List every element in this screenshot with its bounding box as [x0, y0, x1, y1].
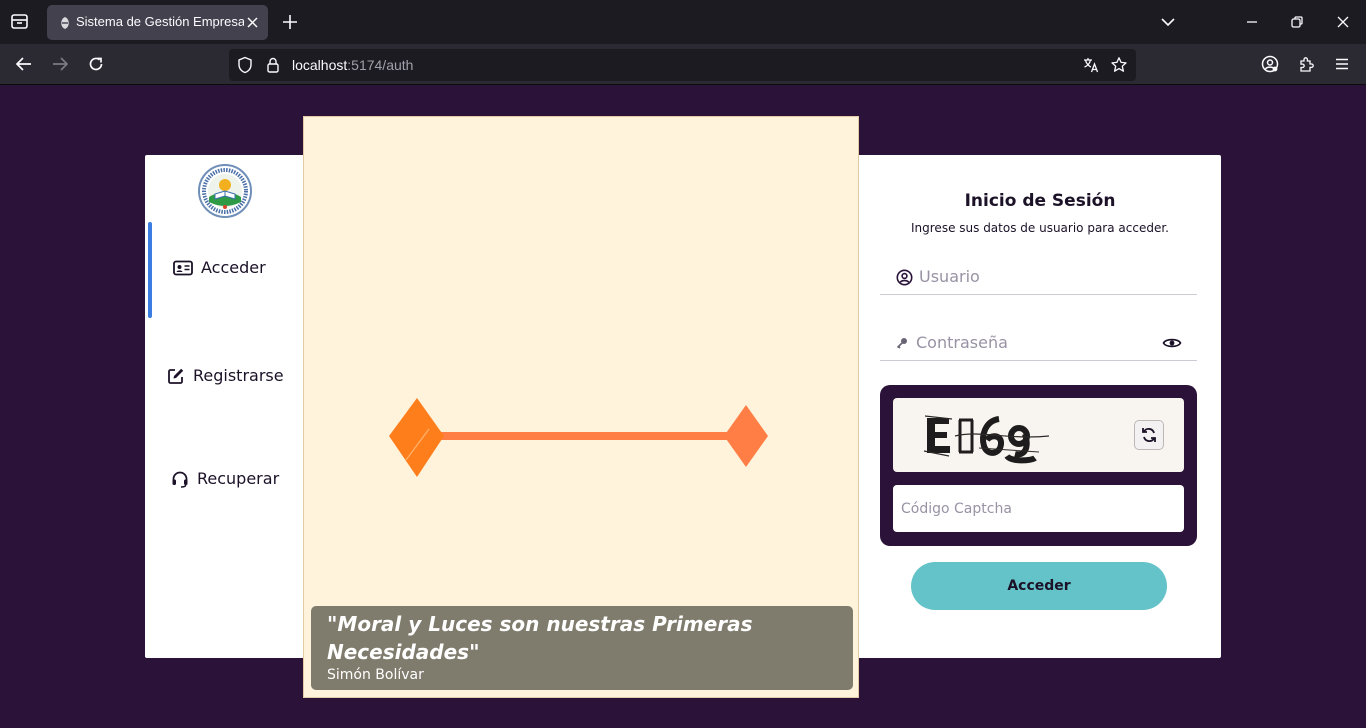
shield-icon[interactable] [236, 56, 254, 74]
quote-text: "Moral y Luces son nuestras Primeras Nec… [327, 612, 753, 664]
url-host: localhost [292, 57, 348, 73]
sidebar-item-recuperar[interactable]: Recuperar [145, 469, 303, 488]
login-panel: Inicio de Sesión Ingrese sus datos de us… [859, 155, 1221, 658]
url-text[interactable]: localhost:5174/auth [292, 57, 413, 73]
new-tab-icon[interactable] [281, 13, 299, 31]
username-input[interactable] [919, 261, 1159, 291]
sidebar-item-registrarse[interactable]: Registrarse [145, 366, 303, 385]
sidebar-item-label: Recuperar [197, 469, 280, 488]
extensions-icon[interactable] [1295, 53, 1317, 75]
browser-nav-bar: localhost:5174/auth [0, 44, 1366, 85]
refresh-captcha-button[interactable] [1134, 420, 1164, 450]
institution-logo [197, 163, 253, 219]
sidebar-item-label: Registrarse [193, 366, 284, 385]
sidebar-item-acceder[interactable]: Acceder [145, 258, 303, 277]
id-card-icon [173, 260, 193, 275]
edit-icon [168, 368, 184, 384]
quote-author: Simón Bolívar [327, 667, 424, 683]
close-tab-icon[interactable] [245, 15, 260, 30]
show-password-eye-icon[interactable] [1161, 333, 1183, 353]
login-submit-button[interactable]: Acceder [911, 562, 1167, 610]
url-path: :5174/auth [347, 57, 414, 73]
password-input[interactable] [916, 327, 1156, 357]
quote-caption: "Moral y Luces son nuestras Primeras Nec… [311, 606, 853, 690]
list-all-tabs-icon[interactable] [1156, 10, 1180, 34]
back-icon[interactable] [13, 53, 35, 75]
tab-list-icon[interactable] [9, 12, 31, 32]
reload-icon[interactable] [85, 53, 107, 75]
restore-icon[interactable] [1285, 10, 1309, 34]
headset-icon [172, 471, 188, 488]
sidebar-item-label: Acceder [201, 258, 266, 277]
menu-icon[interactable] [1331, 53, 1353, 75]
forward-icon[interactable] [49, 53, 71, 75]
captcha-image [893, 398, 1184, 472]
refresh-icon [1142, 428, 1156, 442]
browser-tab[interactable]: Sistema de Gestión Empresarial [47, 5, 268, 40]
auth-sidebar: Acceder Registrarse Recuperar [145, 155, 303, 658]
captcha-image-art [923, 415, 1050, 464]
key-icon [893, 334, 911, 352]
password-field [880, 327, 1197, 361]
url-bar[interactable]: localhost:5174/auth [229, 49, 1136, 81]
login-subtitle: Ingrese sus datos de usuario para accede… [911, 221, 1169, 235]
login-title: Inicio de Sesión [964, 191, 1116, 211]
image-panel: "Moral y Luces son nuestras Primeras Nec… [303, 116, 859, 698]
browser-tab-bar: Sistema de Gestión Empresarial [0, 0, 1366, 44]
account-icon[interactable] [1259, 53, 1281, 75]
translate-icon[interactable] [1082, 56, 1100, 74]
minimize-icon[interactable] [1240, 10, 1264, 34]
captcha-input[interactable] [893, 485, 1184, 532]
lock-icon[interactable] [264, 56, 282, 74]
username-field [880, 261, 1197, 295]
favicon-icon [58, 15, 72, 29]
close-window-icon[interactable] [1331, 10, 1355, 34]
tab-title: Sistema de Gestión Empresarial [76, 14, 244, 29]
bookmark-star-icon[interactable] [1110, 56, 1128, 74]
captcha-box [880, 385, 1197, 546]
user-circle-icon [895, 268, 913, 286]
